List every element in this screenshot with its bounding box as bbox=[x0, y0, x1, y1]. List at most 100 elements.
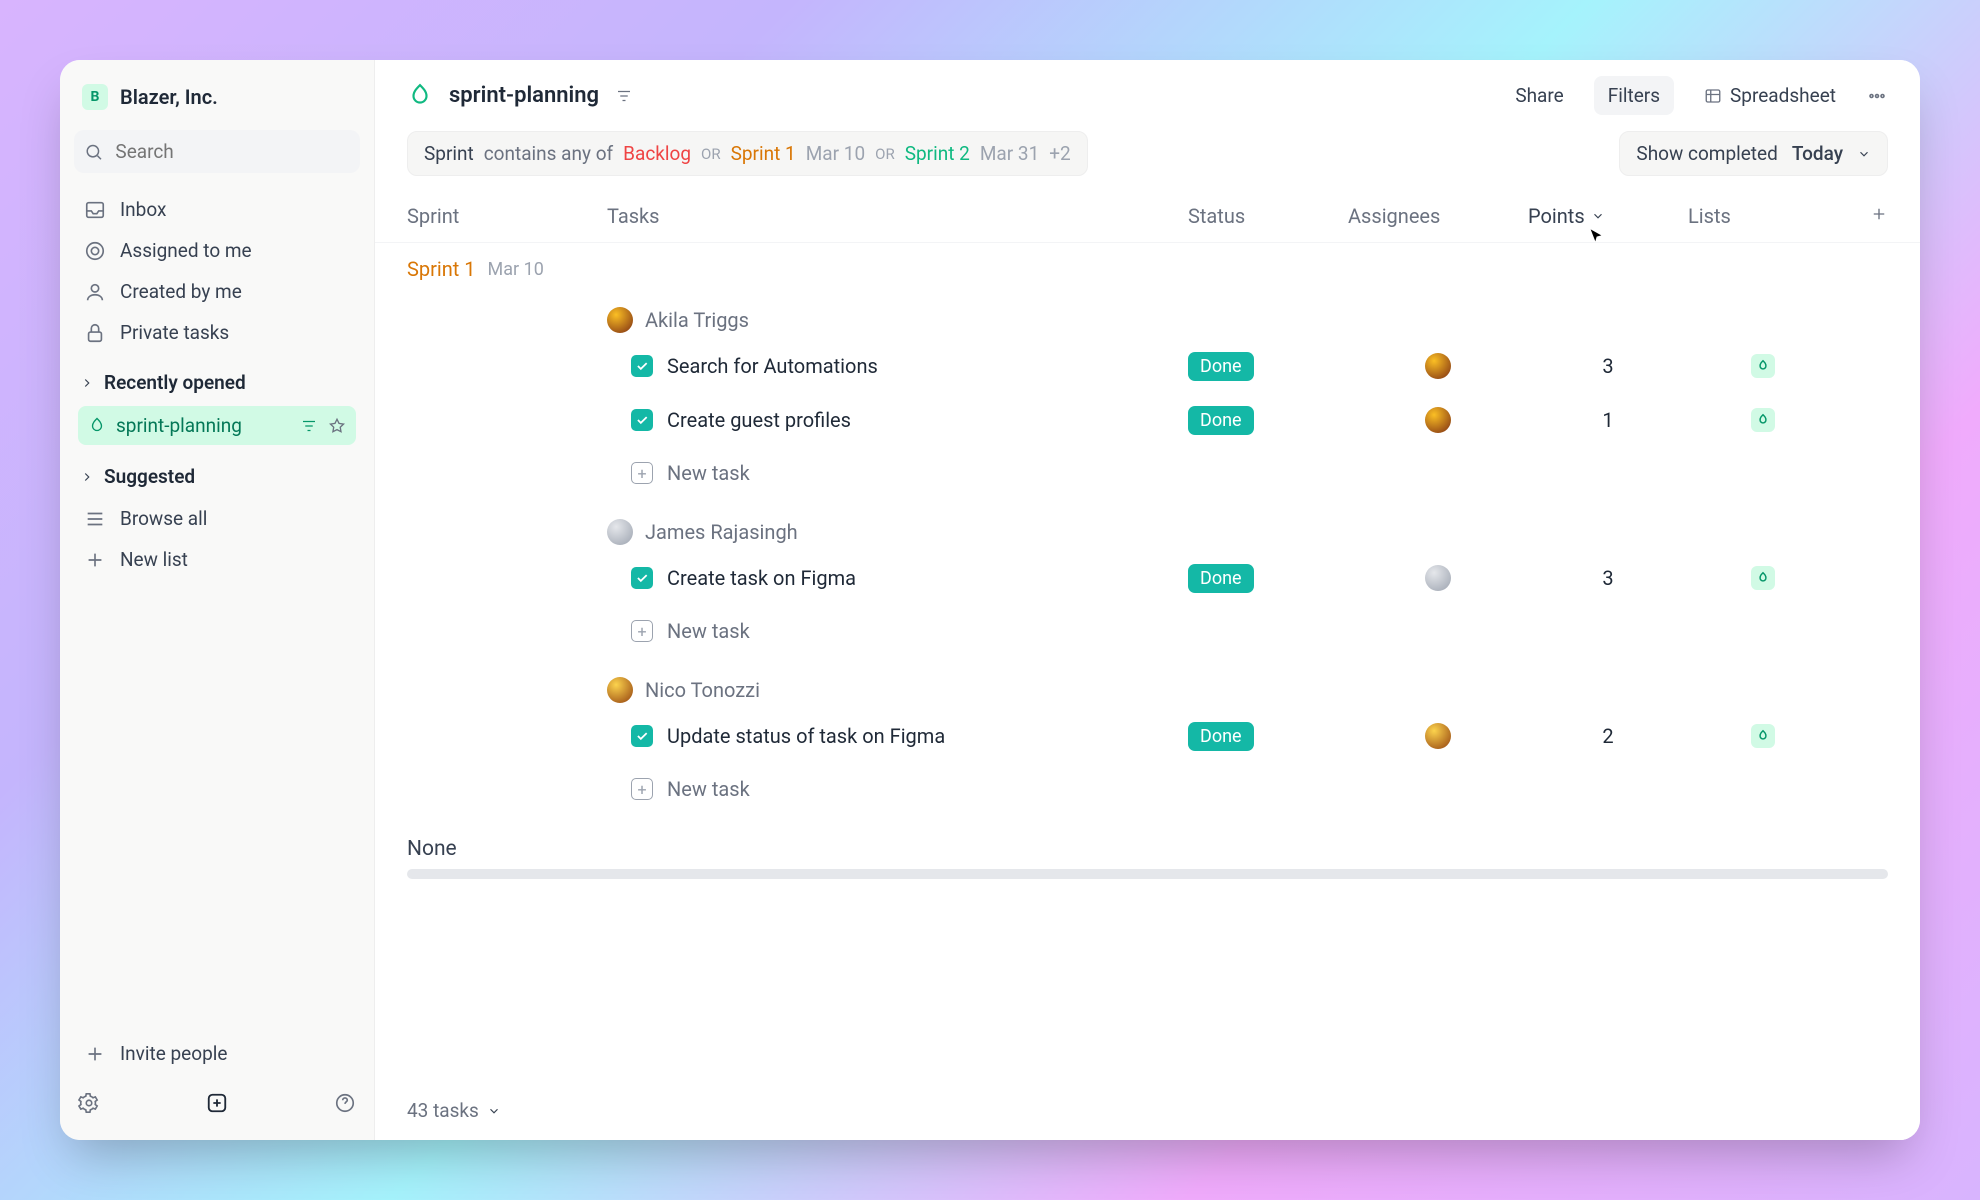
checkbox[interactable] bbox=[631, 355, 653, 377]
nav-private[interactable]: Private tasks bbox=[74, 312, 360, 353]
sidebar-list-sprint-planning[interactable]: sprint-planning bbox=[78, 406, 356, 445]
table-icon bbox=[1704, 87, 1722, 105]
new-task-button[interactable]: +New task bbox=[407, 763, 1888, 815]
filter-date: Mar 31 bbox=[980, 142, 1039, 165]
col-points-label: Points bbox=[1528, 204, 1585, 228]
assignee-group[interactable]: Akila Triggs bbox=[607, 307, 1888, 333]
checkbox[interactable] bbox=[631, 409, 653, 431]
target-icon bbox=[84, 240, 106, 262]
plus-icon: + bbox=[631, 462, 653, 484]
points-value[interactable]: 1 bbox=[1528, 408, 1688, 432]
filter-or: OR bbox=[875, 145, 895, 163]
nav-browse[interactable]: Browse all bbox=[74, 498, 360, 539]
org-name: Blazer, Inc. bbox=[120, 85, 218, 109]
list-badge-icon[interactable] bbox=[1751, 408, 1775, 432]
filter-chip[interactable]: Sprint contains any of Backlog OR Sprint… bbox=[407, 131, 1088, 176]
none-group[interactable]: None bbox=[407, 815, 1888, 869]
horizontal-scrollbar[interactable] bbox=[407, 869, 1888, 879]
avatar[interactable] bbox=[1425, 565, 1451, 591]
nav-suggested[interactable]: Suggested bbox=[74, 455, 360, 498]
list-badge-icon[interactable] bbox=[1751, 354, 1775, 378]
avatar bbox=[607, 677, 633, 703]
assignee-name: Akila Triggs bbox=[645, 308, 749, 332]
sprint-date: Mar 10 bbox=[488, 259, 544, 280]
points-value[interactable]: 3 bbox=[1528, 354, 1688, 378]
avatar bbox=[607, 307, 633, 333]
new-task-button[interactable]: +New task bbox=[407, 605, 1888, 657]
show-completed-toggle[interactable]: Show completed Today bbox=[1619, 131, 1888, 176]
spreadsheet-label: Spreadsheet bbox=[1730, 84, 1836, 107]
nav-inbox[interactable]: Inbox bbox=[74, 189, 360, 230]
chevron-down-icon bbox=[1857, 147, 1871, 161]
star-icon[interactable] bbox=[328, 417, 346, 435]
checkbox[interactable] bbox=[631, 725, 653, 747]
plus-icon bbox=[1870, 205, 1888, 223]
search-icon bbox=[84, 141, 103, 163]
help-icon[interactable] bbox=[334, 1092, 356, 1114]
add-column-button[interactable] bbox=[1870, 204, 1888, 228]
new-task-button[interactable]: +New task bbox=[407, 447, 1888, 499]
col-assignees[interactable]: Assignees bbox=[1348, 204, 1528, 228]
filter-date: Mar 10 bbox=[806, 142, 865, 165]
sprint-label: Sprint 1 bbox=[407, 257, 476, 281]
today-select[interactable]: Today bbox=[1792, 142, 1843, 165]
status-badge[interactable]: Done bbox=[1188, 406, 1254, 435]
new-task-label: New task bbox=[667, 619, 750, 643]
filter-field: Sprint bbox=[424, 142, 474, 165]
share-button[interactable]: Share bbox=[1501, 76, 1577, 115]
status-badge[interactable]: Done bbox=[1188, 722, 1254, 751]
task-title: Create task on Figma bbox=[667, 566, 856, 590]
task-row[interactable]: Create guest profilesDone1 bbox=[407, 393, 1888, 447]
avatar[interactable] bbox=[1425, 723, 1451, 749]
user-icon bbox=[84, 281, 106, 303]
filters-button[interactable]: Filters bbox=[1594, 76, 1674, 115]
assignee-group[interactable]: Nico Tonozzi bbox=[607, 677, 1888, 703]
filter-icon[interactable] bbox=[615, 87, 633, 105]
filter-icon bbox=[300, 417, 318, 435]
task-count[interactable]: 43 tasks bbox=[407, 1099, 479, 1122]
checkbox[interactable] bbox=[631, 567, 653, 589]
gear-icon[interactable] bbox=[78, 1092, 100, 1114]
points-value[interactable]: 3 bbox=[1528, 566, 1688, 590]
new-task-label: New task bbox=[667, 777, 750, 801]
col-lists[interactable]: Lists bbox=[1688, 204, 1838, 228]
nav-recent[interactable]: Recently opened bbox=[74, 361, 360, 404]
status-badge[interactable]: Done bbox=[1188, 564, 1254, 593]
assignee-group[interactable]: James Rajasingh bbox=[607, 519, 1888, 545]
nav-invite[interactable]: Invite people bbox=[74, 1033, 360, 1074]
nav-assigned[interactable]: Assigned to me bbox=[74, 230, 360, 271]
task-row[interactable]: Create task on Figma Done 3 bbox=[407, 551, 1888, 605]
list-badge-icon[interactable] bbox=[1751, 724, 1775, 748]
col-status[interactable]: Status bbox=[1188, 204, 1348, 228]
avatar[interactable] bbox=[1425, 353, 1451, 379]
new-task-icon[interactable] bbox=[206, 1092, 228, 1114]
org-initial: B bbox=[82, 84, 108, 110]
col-sprint[interactable]: Sprint bbox=[407, 204, 607, 228]
filter-value-s2: Sprint 2 bbox=[905, 142, 970, 165]
leaf-icon bbox=[88, 417, 106, 435]
nav-label: Invite people bbox=[120, 1042, 227, 1065]
org-switcher[interactable]: B Blazer, Inc. bbox=[74, 78, 360, 116]
more-icon[interactable] bbox=[1866, 85, 1888, 107]
avatar bbox=[607, 519, 633, 545]
avatar[interactable] bbox=[1425, 407, 1451, 433]
search-box[interactable] bbox=[74, 130, 360, 173]
list-badge-icon[interactable] bbox=[1751, 566, 1775, 590]
col-tasks[interactable]: Tasks bbox=[607, 204, 1188, 228]
nav-newlist[interactable]: New list bbox=[74, 539, 360, 580]
task-row[interactable]: Update status of task on FigmaDone2 bbox=[407, 709, 1888, 763]
points-value[interactable]: 2 bbox=[1528, 724, 1688, 748]
search-input[interactable] bbox=[115, 140, 350, 163]
col-points[interactable]: Points bbox=[1528, 204, 1688, 228]
filter-value-s1: Sprint 1 bbox=[731, 142, 796, 165]
column-headers: Sprint Tasks Status Assignees Points Lis… bbox=[375, 190, 1920, 243]
task-row[interactable]: Search for AutomationsDone3 bbox=[407, 339, 1888, 393]
sprint-group-header[interactable]: Sprint 1 Mar 10 bbox=[407, 243, 1888, 287]
nav-created[interactable]: Created by me bbox=[74, 271, 360, 312]
nav-section-label: Suggested bbox=[104, 465, 195, 488]
spreadsheet-button[interactable]: Spreadsheet bbox=[1690, 76, 1850, 115]
leaf-icon bbox=[407, 83, 433, 109]
status-badge[interactable]: Done bbox=[1188, 352, 1254, 381]
list-title[interactable]: sprint-planning bbox=[449, 83, 599, 108]
list-icon bbox=[84, 508, 106, 530]
